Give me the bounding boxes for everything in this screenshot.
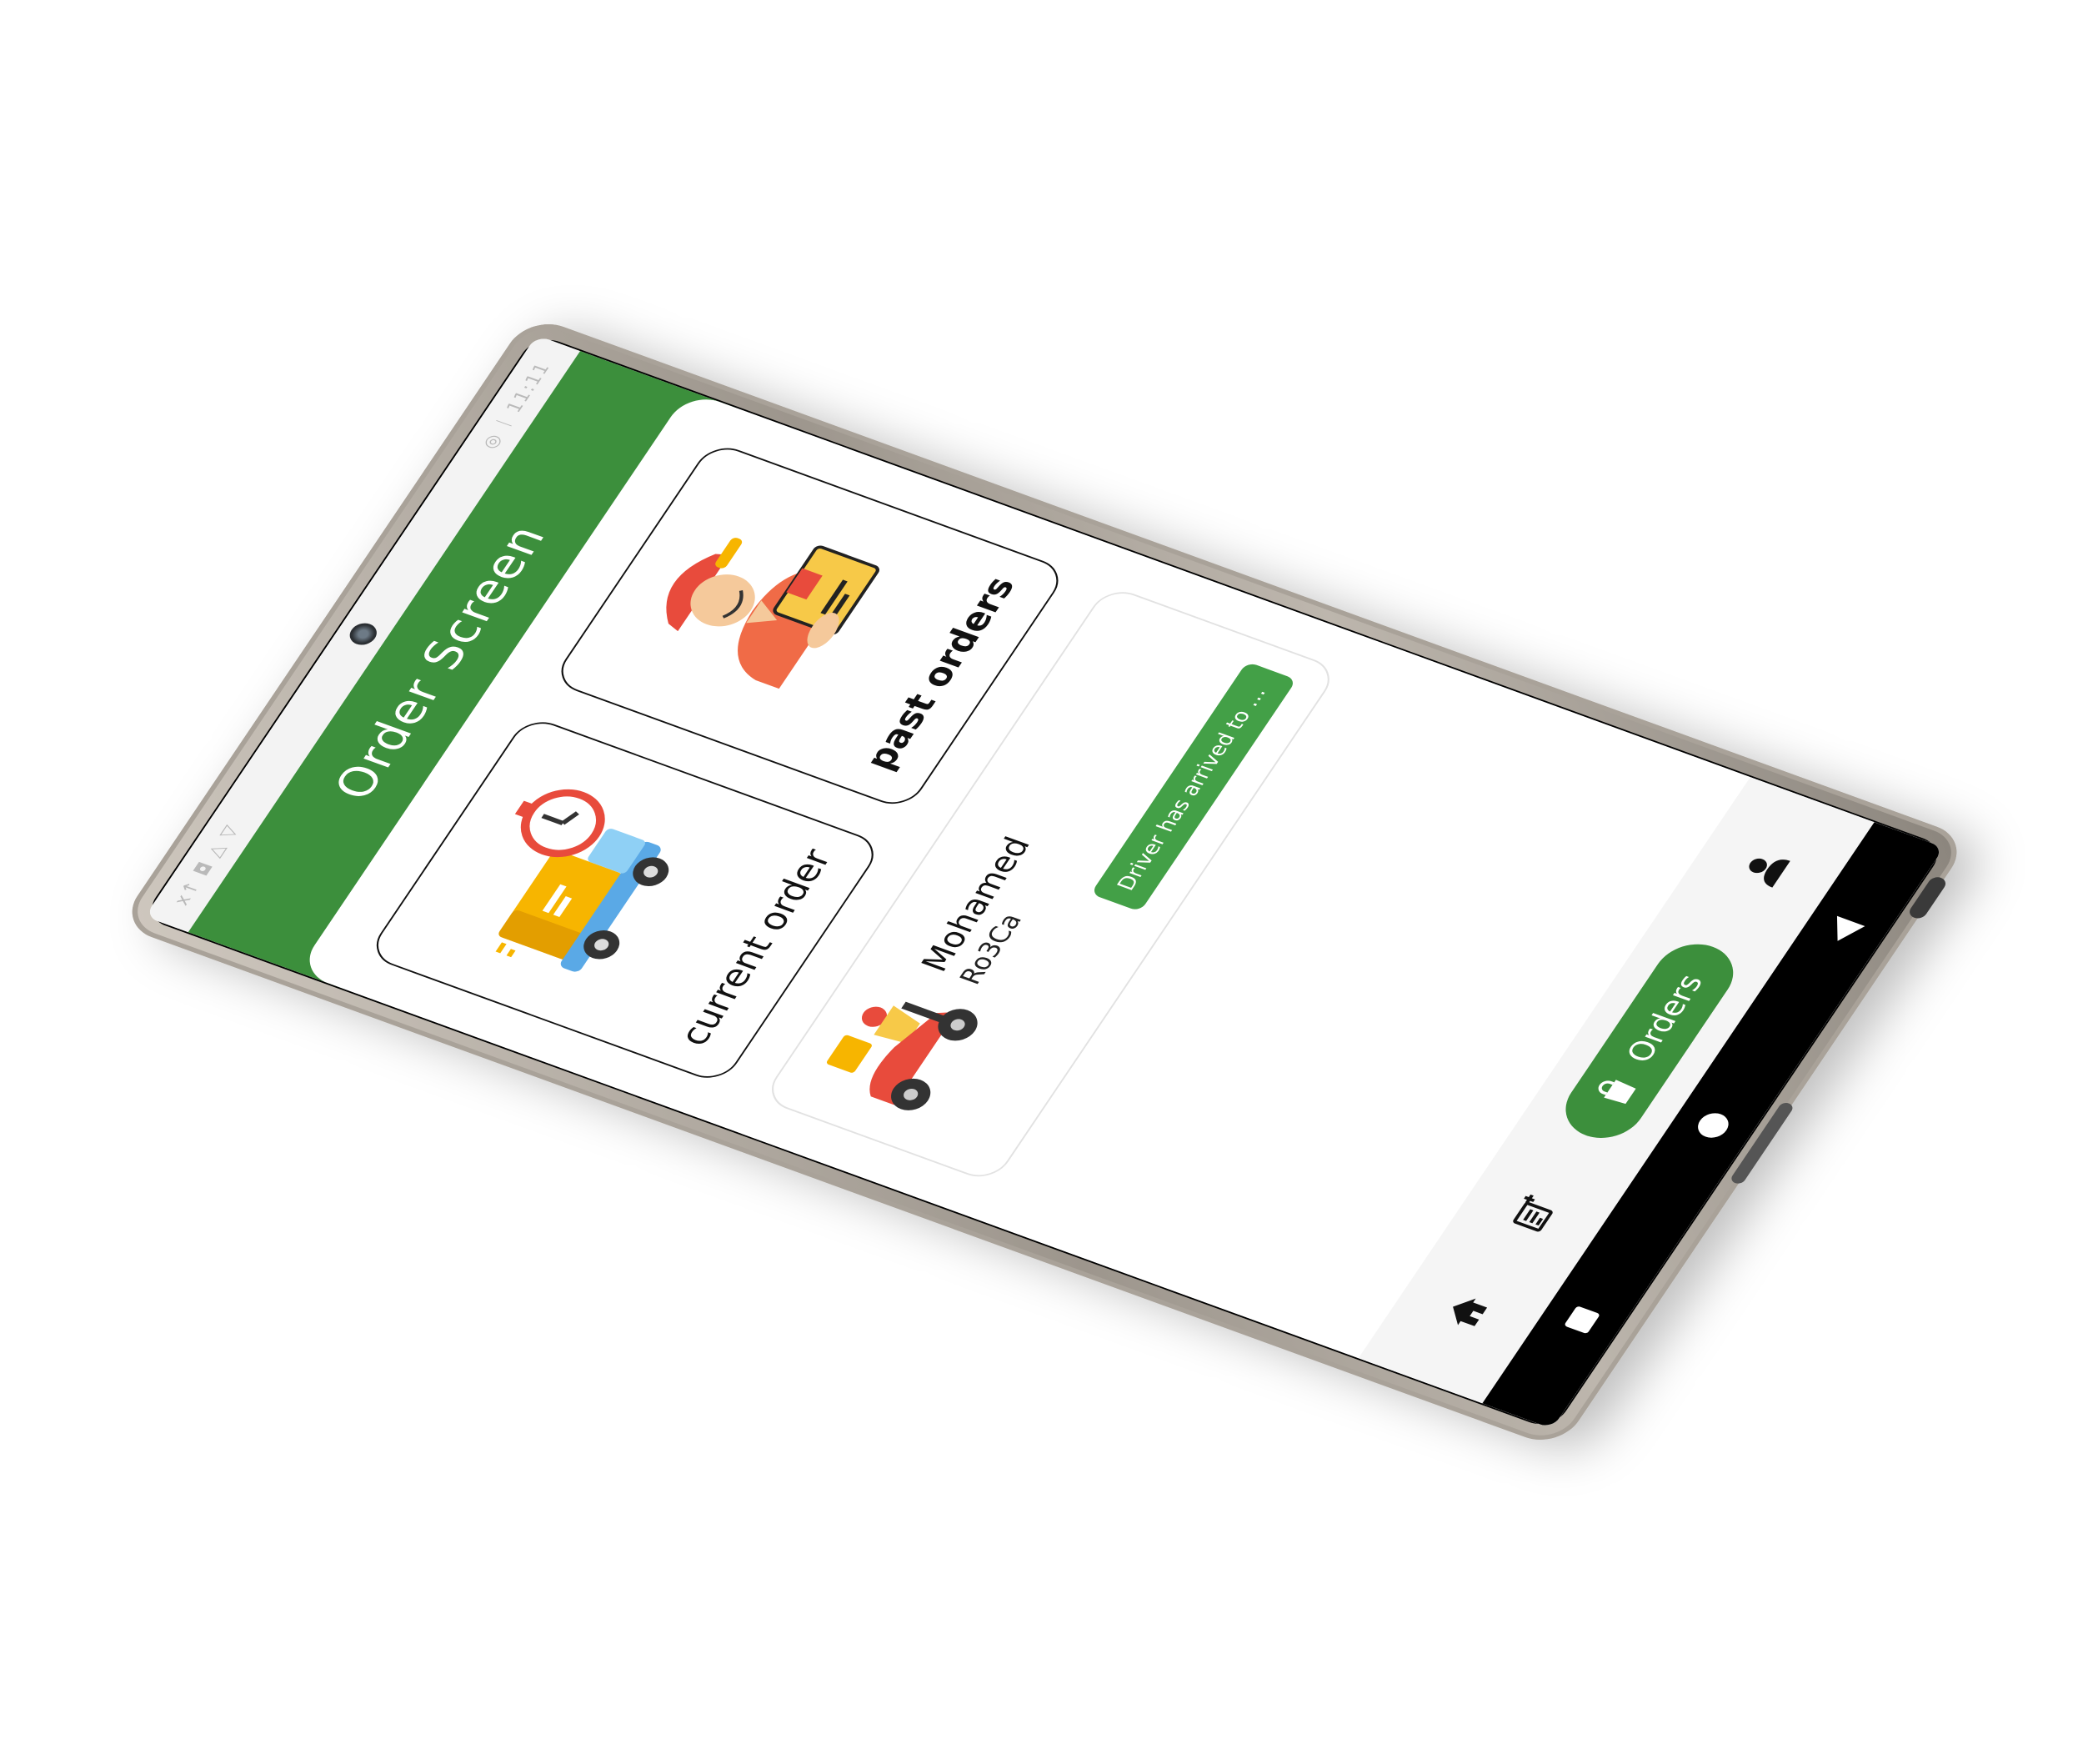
home-system-button[interactable] <box>1691 1109 1734 1142</box>
nav-new-order-button[interactable] <box>1496 1185 1570 1242</box>
device-mockup: x↑ ◘ △ ▽ ◎ ᛁ 11:11 Order Screen current … <box>0 0 2088 1764</box>
phone-body: x↑ ◘ △ ▽ ◎ ᛁ 11:11 Order Screen current … <box>117 314 1971 1450</box>
shopping-bag-icon <box>1598 1080 1636 1105</box>
back-system-button[interactable] <box>1823 916 1865 947</box>
home-icon <box>1452 1298 1487 1326</box>
app-screen: x↑ ◘ △ ▽ ◎ ᛁ 11:11 Order Screen current … <box>144 335 1944 1429</box>
nav-profile-button[interactable] <box>1729 840 1802 897</box>
delivery-scooter-icon <box>826 1001 978 1110</box>
order-status-badge: Driver has arrived to pi... <box>1089 661 1297 912</box>
note-add-icon <box>1512 1194 1553 1232</box>
recent-apps-button[interactable] <box>1563 1305 1600 1334</box>
nav-home-button[interactable] <box>1430 1284 1503 1341</box>
person-icon <box>1748 858 1790 888</box>
nav-orders-label: Orders <box>1618 970 1710 1068</box>
delivery-truck-timer-icon <box>494 789 668 972</box>
courier-with-box-icon <box>665 538 879 689</box>
